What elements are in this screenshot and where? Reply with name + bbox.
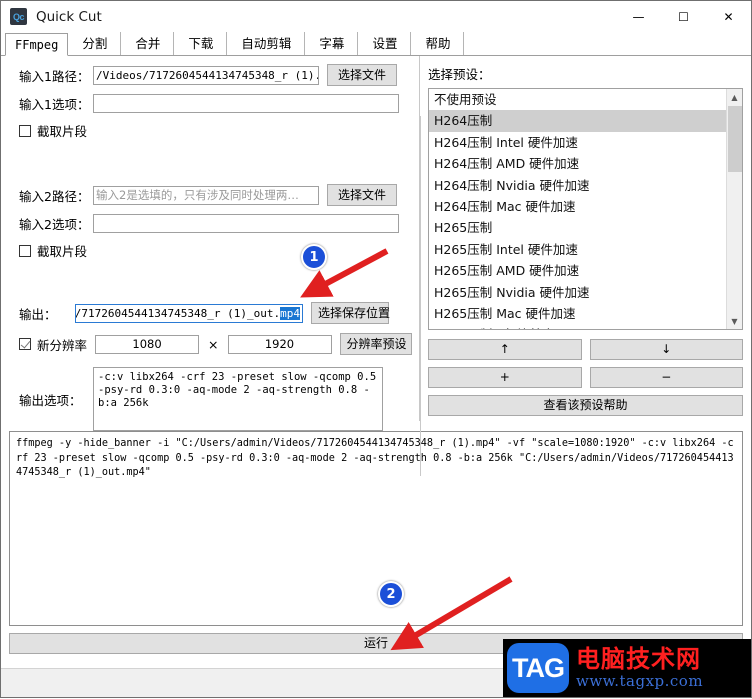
preset-select-label: 选择预设： xyxy=(428,67,491,82)
input2-path-input[interactable]: 输入2是选填的，只有涉及同时处理两… xyxy=(93,185,319,205)
list-item[interactable]: H265压制 AMD 硬件加速 xyxy=(429,260,726,281)
new-resolution-label: 新分辨率 xyxy=(37,337,88,353)
preset-remove-button[interactable]: − xyxy=(589,367,743,388)
ffmpeg-panel: 输入1路径： /Videos/7172604544134745348_r (1)… xyxy=(1,56,751,476)
watermark-text: 电脑技术网 www.tagxp.com xyxy=(576,646,703,691)
input2-path-label: 输入2路径： xyxy=(19,188,90,204)
list-item[interactable]: H265压制 Mac 硬件加速 xyxy=(429,303,726,324)
input2-path-row: 输入2路径： 输入2是选填的，只有涉及同时处理两… 选择文件 xyxy=(1,184,419,206)
preset-pane: 选择预设： 不使用预设 H264压制 H264压制 Intel 硬件加速 H26… xyxy=(419,56,751,421)
list-item[interactable]: H264压制目标比特率6000k xyxy=(429,324,726,329)
output-label: 输出： xyxy=(19,306,57,322)
list-item[interactable]: H265压制 xyxy=(429,217,726,238)
choose-file-2-button[interactable]: 选择文件 xyxy=(327,184,397,206)
watermark: TAG 电脑技术网 www.tagxp.com xyxy=(503,639,751,697)
list-item[interactable]: H264压制 AMD 硬件加速 xyxy=(429,153,726,174)
watermark-url: www.tagxp.com xyxy=(576,671,704,690)
close-icon[interactable]: ✕ xyxy=(706,1,751,32)
input2-options-label: 输入2选项： xyxy=(19,217,90,232)
app-logo-icon: Qc xyxy=(10,8,27,25)
command-preview-textarea[interactable]: ffmpeg -y -hide_banner -i "C:/Users/admi… xyxy=(9,431,743,626)
output-path-text: /Videos/7172604544134745348_r (1)_out. xyxy=(75,306,281,320)
choose-save-location-button[interactable]: 选择保存位置 xyxy=(311,302,390,324)
minimize-icon[interactable]: — xyxy=(616,1,661,32)
annotation-marker-1: 1 xyxy=(301,244,327,270)
title-bar: Qc Quick Cut — ☐ ✕ xyxy=(1,1,751,32)
clip2-checkbox-row[interactable]: 截取片段 xyxy=(1,241,419,260)
pane-divider xyxy=(420,116,421,476)
tab-help[interactable]: 帮助 xyxy=(411,32,465,55)
tab-merge[interactable]: 合并 xyxy=(121,32,175,55)
output-extension-selection: mp4 xyxy=(280,306,300,320)
output-options-label: 输出选项： xyxy=(19,392,82,408)
list-item[interactable]: 不使用预设 xyxy=(429,89,726,110)
resolution-preset-button[interactable]: 分辨率预设 xyxy=(339,333,412,355)
new-resolution-checkbox[interactable] xyxy=(19,338,31,350)
preset-listbox[interactable]: 不使用预设 H264压制 H264压制 Intel 硬件加速 H264压制 AM… xyxy=(428,88,743,330)
scroll-up-icon[interactable]: ▲ xyxy=(727,89,742,105)
tab-download[interactable]: 下载 xyxy=(174,32,228,55)
output-options-textarea[interactable]: -c:v libx264 -crf 23 -preset slow -qcomp… xyxy=(93,367,383,431)
preset-move-down-button[interactable]: ↓ xyxy=(589,339,743,360)
preset-list-items: 不使用预设 H264压制 H264压制 Intel 硬件加速 H264压制 AM… xyxy=(429,89,726,329)
list-item[interactable]: H265压制 Nvidia 硬件加速 xyxy=(429,282,726,303)
clip2-checkbox[interactable] xyxy=(19,244,31,257)
input1-options-row: 输入1选项： xyxy=(1,94,419,113)
input1-options-input[interactable] xyxy=(93,94,399,113)
resolution-height-input[interactable]: 1920 xyxy=(227,334,332,354)
clip1-checkbox[interactable] xyxy=(19,124,31,137)
input1-path-row: 输入1路径： /Videos/7172604544134745348_r (1)… xyxy=(1,64,419,86)
tab-settings[interactable]: 设置 xyxy=(358,32,412,55)
preset-move-up-button[interactable]: ↑ xyxy=(428,339,582,360)
main-tab-bar: FFmpeg 分割 合并 下载 自动剪辑 字幕 设置 帮助 xyxy=(1,32,751,56)
choose-file-1-button[interactable]: 选择文件 xyxy=(327,64,397,86)
output-path-row: 输出： /Videos/7172604544134745348_r (1)_ou… xyxy=(1,302,419,324)
scroll-down-icon[interactable]: ▼ xyxy=(727,313,742,329)
preset-help-button[interactable]: 查看该预设帮助 xyxy=(428,395,743,416)
window-controls: — ☐ ✕ xyxy=(616,1,751,32)
list-item[interactable]: H264压制 Intel 硬件加速 xyxy=(429,132,726,153)
list-item[interactable]: H265压制 Intel 硬件加速 xyxy=(429,239,726,260)
tab-ffmpeg[interactable]: FFmpeg xyxy=(5,33,69,56)
list-item[interactable]: H264压制 Nvidia 硬件加速 xyxy=(429,175,726,196)
left-form-pane: 输入1路径： /Videos/7172604544134745348_r (1)… xyxy=(1,56,419,431)
list-item[interactable]: H264压制 Mac 硬件加速 xyxy=(429,196,726,217)
quick-cut-window: Qc Quick Cut — ☐ ✕ FFmpeg 分割 合并 下载 自动剪辑 … xyxy=(0,0,752,698)
clip2-label: 截取片段 xyxy=(37,244,88,259)
input2-options-row: 输入2选项： xyxy=(1,214,419,233)
input2-options-input[interactable] xyxy=(93,214,399,233)
new-resolution-row: 新分辨率 1080 × 1920 分辨率预设 xyxy=(1,333,419,355)
resolution-separator: × xyxy=(208,336,219,352)
clip1-checkbox-row[interactable]: 截取片段 xyxy=(1,121,419,140)
input1-path-input[interactable]: /Videos/7172604544134745348_r (1).mp4 xyxy=(93,65,319,85)
watermark-site-name: 电脑技术网 xyxy=(576,644,701,673)
clip1-label: 截取片段 xyxy=(37,124,88,139)
preset-action-buttons: ↑ ↓ + − 查看该预设帮助 xyxy=(428,339,743,416)
watermark-logo: TAG xyxy=(507,643,569,693)
output-options-row: 输出选项： -c:v libx264 -crf 23 -preset slow … xyxy=(1,367,419,431)
window-title: Quick Cut xyxy=(36,8,102,25)
preset-add-button[interactable]: + xyxy=(428,367,582,388)
output-path-input[interactable]: /Videos/7172604544134745348_r (1)_out.mp… xyxy=(75,303,303,323)
tab-auto-edit[interactable]: 自动剪辑 xyxy=(227,32,306,55)
maximize-icon[interactable]: ☐ xyxy=(661,1,706,32)
input1-options-label: 输入1选项： xyxy=(19,97,90,112)
preset-list-scrollbar[interactable]: ▲ ▼ xyxy=(726,89,742,329)
scrollbar-thumb[interactable] xyxy=(728,106,742,172)
input1-path-label: 输入1路径： xyxy=(19,68,90,84)
resolution-width-input[interactable]: 1080 xyxy=(95,334,200,354)
list-item[interactable]: H264压制 xyxy=(429,110,726,132)
tab-subtitle[interactable]: 字幕 xyxy=(305,32,359,55)
annotation-marker-2: 2 xyxy=(378,581,404,607)
tab-split[interactable]: 分割 xyxy=(68,32,122,55)
